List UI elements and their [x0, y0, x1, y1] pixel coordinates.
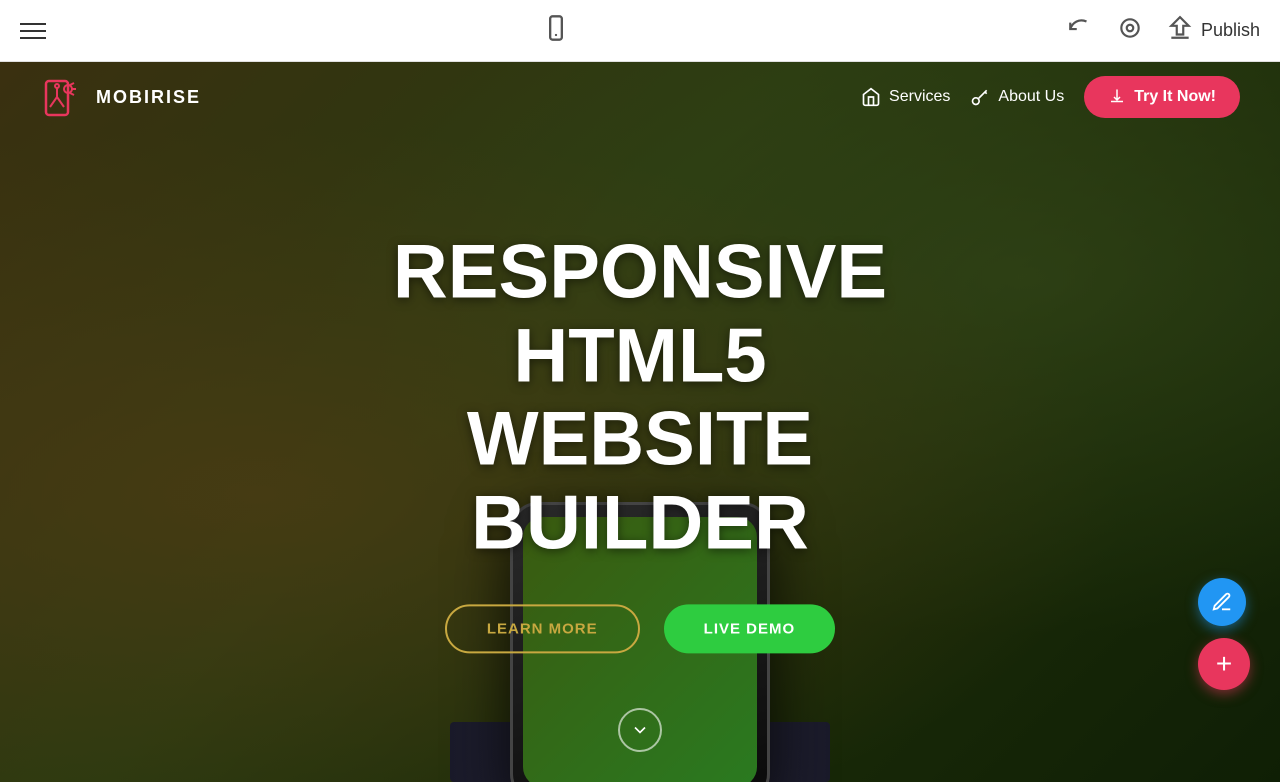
pen-icon [1211, 591, 1233, 613]
fab-container: + [1198, 578, 1250, 690]
download-icon [1108, 88, 1126, 106]
hero-content: RESPONSIVE HTML5 WEBSITE BUILDER LEARN M… [320, 230, 960, 653]
hamburger-menu[interactable] [20, 23, 46, 39]
about-link[interactable]: About Us [970, 87, 1064, 107]
phone-preview-icon[interactable] [542, 14, 570, 47]
hero-section: MOBIRISE Services About Us [0, 62, 1280, 782]
live-demo-button[interactable]: LIVE DEMO [664, 605, 836, 654]
hero-title: RESPONSIVE HTML5 WEBSITE BUILDER [320, 230, 960, 564]
edit-fab-button[interactable] [1198, 578, 1246, 626]
publish-icon [1167, 15, 1193, 46]
try-it-now-button[interactable]: Try It Now! [1084, 76, 1240, 118]
undo-icon[interactable] [1067, 15, 1093, 46]
nav-links: Services About Us Try It Now! [861, 76, 1240, 118]
key-icon [970, 87, 990, 107]
preview-icon[interactable] [1117, 15, 1143, 46]
logo-icon [40, 75, 84, 119]
logo-area: MOBIRISE [40, 75, 201, 119]
logo-text: MOBIRISE [96, 87, 201, 108]
home-icon [861, 87, 881, 107]
hero-buttons: LEARN MORE LIVE DEMO [320, 605, 960, 654]
scroll-down-button[interactable] [618, 708, 662, 752]
editor-bar: Publish [0, 0, 1280, 62]
publish-button[interactable]: Publish [1167, 15, 1260, 46]
chevron-down-icon [630, 720, 650, 740]
learn-more-button[interactable]: LEARN MORE [445, 605, 640, 654]
add-fab-button[interactable]: + [1198, 638, 1250, 690]
site-nav: MOBIRISE Services About Us [0, 62, 1280, 132]
services-link[interactable]: Services [861, 87, 950, 107]
